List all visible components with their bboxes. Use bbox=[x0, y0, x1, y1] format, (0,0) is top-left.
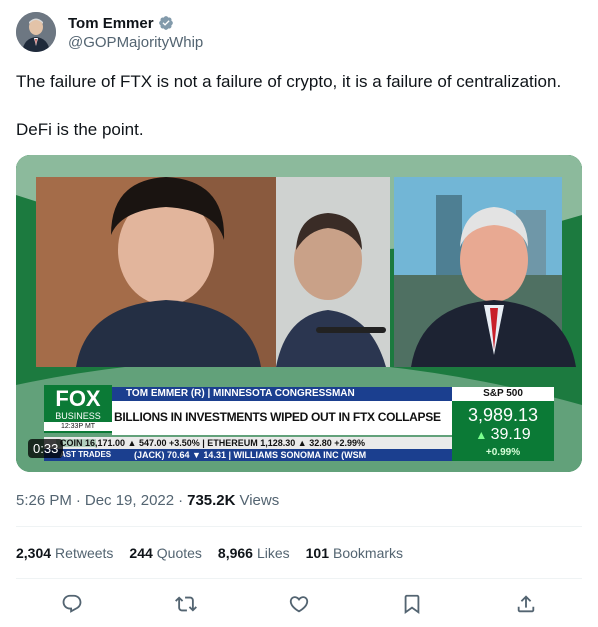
tweet-paragraph: The failure of FTX is not a failure of c… bbox=[16, 72, 562, 91]
reply-icon bbox=[62, 594, 82, 613]
meta-separator: · bbox=[178, 491, 184, 509]
index-value: 3,989.13 bbox=[467, 405, 539, 425]
index-label: S&P 500 bbox=[483, 388, 523, 399]
tweet-header: Tom Emmer @GOPMajorityWhip bbox=[16, 12, 203, 52]
index-percent: +0.99% bbox=[485, 447, 521, 458]
fox-logo-top: FOX bbox=[55, 386, 101, 411]
bookmark-button[interactable] bbox=[399, 591, 425, 617]
retweets-stat[interactable]: 2,304 Retweets bbox=[16, 545, 113, 561]
video-player[interactable]: FOX BUSINESS 12:33P MT TOM EMMER (R) | M… bbox=[16, 155, 582, 472]
tweet-date[interactable]: Dec 19, 2022 bbox=[85, 492, 174, 509]
views-label: Views bbox=[239, 491, 280, 509]
bookmark-icon bbox=[404, 594, 420, 615]
tweet-meta: 5:26 PM · Dec 19, 2022 · 735.2K Views bbox=[16, 490, 279, 510]
tweet-text: The failure of FTX is not a failure of c… bbox=[16, 70, 582, 166]
like-icon bbox=[289, 596, 309, 613]
views-count: 735.2K bbox=[187, 491, 236, 509]
video-duration: 0:33 bbox=[28, 439, 64, 458]
quotes-label: Quotes bbox=[156, 545, 202, 561]
bookmarks-stat[interactable]: 101 Bookmarks bbox=[306, 545, 403, 561]
fox-logo-bottom: BUSINESS bbox=[55, 411, 101, 421]
tweet-paragraph: DeFi is the point. bbox=[16, 120, 144, 139]
reply-button[interactable] bbox=[59, 591, 85, 617]
verified-badge-icon bbox=[158, 15, 174, 31]
retweets-label: Retweets bbox=[55, 545, 114, 561]
fox-business-logo: FOX BUSINESS 12:33P MT bbox=[44, 385, 112, 433]
handle[interactable]: @GOPMajorityWhip bbox=[68, 34, 203, 51]
index-change: ▲ 39.19 bbox=[452, 426, 554, 444]
ticker-line-2-label: AST TRADES bbox=[60, 450, 112, 459]
retweet-button[interactable] bbox=[173, 591, 199, 617]
avatar[interactable] bbox=[16, 12, 56, 52]
likes-stat[interactable]: 8,966 Likes bbox=[218, 545, 290, 561]
share-icon bbox=[517, 595, 535, 613]
action-bar bbox=[16, 591, 582, 617]
engagement-stats: 2,304 Retweets 244 Quotes 8,966 Likes 101 Bo… bbox=[16, 544, 419, 562]
share-button[interactable] bbox=[513, 591, 539, 617]
ticker-line-2: (JACK) 70.64 ▼ 14.31 | WILLIAMS SONOMA I… bbox=[134, 450, 367, 460]
display-name[interactable]: Tom Emmer bbox=[68, 15, 154, 32]
chyron-name-line: TOM EMMER (R) | MINNESOTA CONGRESSMAN bbox=[126, 388, 355, 399]
divider bbox=[16, 526, 582, 527]
ticker-line-1: COIN 16,171.00 ▲ 547.00 +3.50% | ETHEREU… bbox=[60, 438, 366, 448]
like-button[interactable] bbox=[286, 591, 312, 617]
tweet-time[interactable]: 5:26 PM bbox=[16, 492, 72, 509]
bookmarks-count: 101 bbox=[305, 545, 329, 561]
likes-count: 8,966 bbox=[217, 545, 253, 561]
quotes-stat[interactable]: 244 Quotes bbox=[129, 545, 202, 561]
retweets-count: 2,304 bbox=[16, 545, 52, 561]
likes-label: Likes bbox=[256, 545, 290, 561]
chyron-time: 12:33P MT bbox=[44, 422, 112, 431]
up-arrow-icon: ▲ bbox=[475, 428, 491, 442]
bookmarks-label: Bookmarks bbox=[333, 545, 404, 561]
meta-separator: · bbox=[75, 491, 81, 509]
index-change-value: 39.19 bbox=[490, 426, 531, 443]
quotes-count: 244 bbox=[129, 545, 153, 561]
chyron-headline: BILLIONS IN INVESTMENTS WIPED OUT IN FTX… bbox=[114, 410, 441, 424]
divider bbox=[16, 578, 582, 579]
retweet-icon bbox=[175, 596, 197, 612]
